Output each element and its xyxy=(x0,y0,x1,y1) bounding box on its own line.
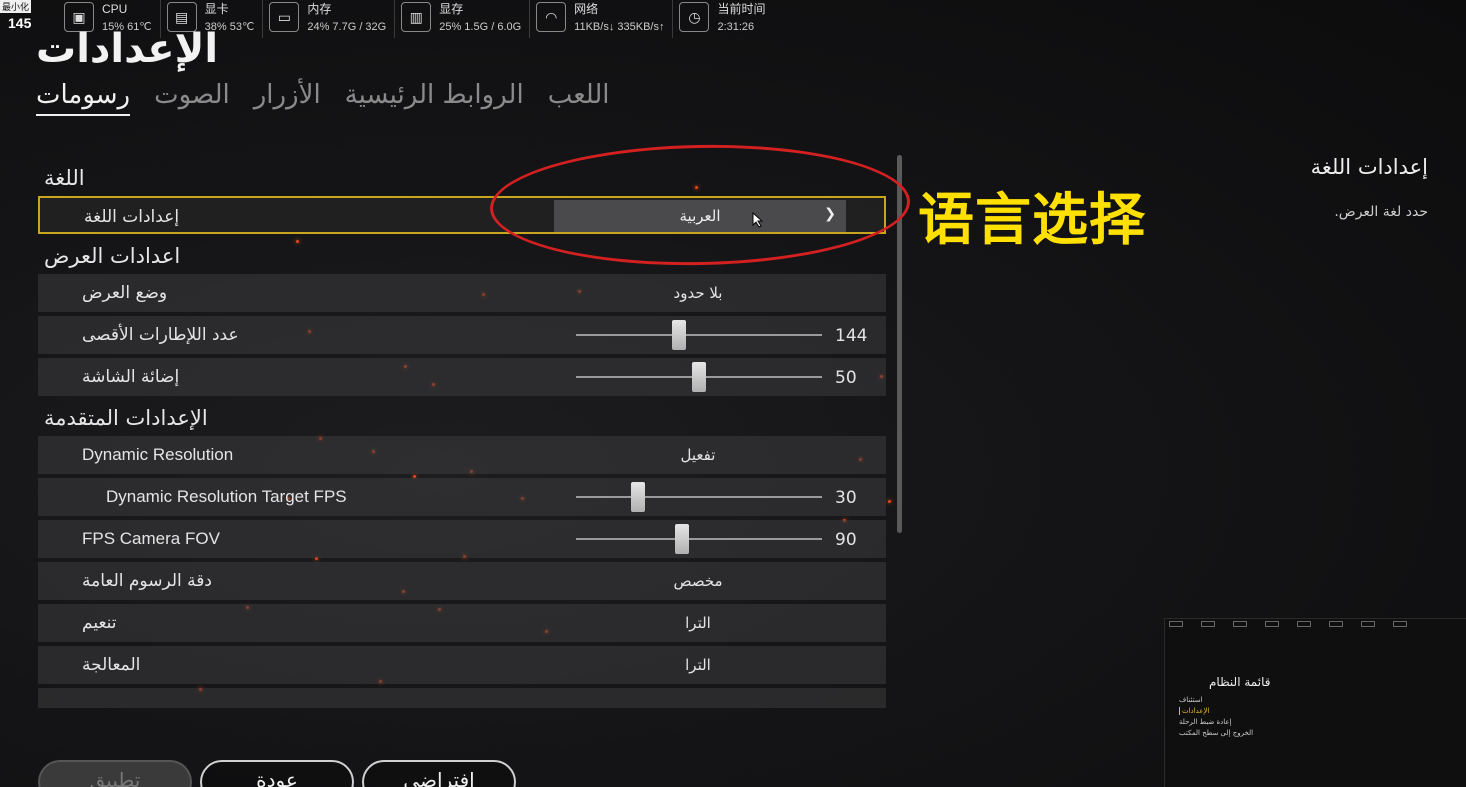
row-label: المعالجة xyxy=(82,655,141,675)
slider-track[interactable] xyxy=(576,538,822,540)
slider-value: 50 xyxy=(835,368,857,388)
row-label: دقة الرسوم العامة xyxy=(82,571,212,591)
slider-value: 90 xyxy=(835,530,857,550)
thumbnail-title: قائمة النظام xyxy=(1209,675,1271,689)
slider-thumb[interactable] xyxy=(672,320,687,350)
slider-thumb[interactable] xyxy=(630,482,645,512)
row-label: إعدادات اللغة xyxy=(84,207,180,227)
monitor-label: 网络 xyxy=(574,2,599,16)
monitor-label: 内存 xyxy=(307,2,332,16)
row-label: تنعيم xyxy=(82,613,117,633)
monitor-label: 显卡 xyxy=(204,2,229,16)
row-label: إضائة الشاشة xyxy=(82,367,180,387)
page-title: الإعدادات xyxy=(36,26,219,72)
monitor-values: 11KB/s↓ 335KB/s↑ xyxy=(574,21,665,33)
row-value[interactable]: الترا xyxy=(598,656,798,674)
monitor-network: ◠ 网络 11KB/s↓ 335KB/s↑ xyxy=(530,0,674,38)
help-title: إعدادات اللغة xyxy=(1310,155,1428,179)
annotation-label: 语言选择 xyxy=(918,188,1146,253)
dynamic-resolution-row[interactable]: Dynamic Resolution تفعيل xyxy=(38,436,886,474)
fps-value: 145 xyxy=(8,15,32,31)
row-label: وضع العرض xyxy=(82,283,168,303)
settings-tabs: اللعب الروابط الرئيسية الأزرار الصوت رسو… xyxy=(36,80,616,116)
slider-track[interactable] xyxy=(576,334,822,336)
thumbnail-item: الإعدادات xyxy=(1179,707,1209,715)
monitor-values: 2:31:26 xyxy=(717,21,755,33)
thumbnail-item: استئناف xyxy=(1179,696,1203,704)
row-value[interactable]: الترا xyxy=(598,614,798,632)
clock-icon: ◷ xyxy=(679,2,710,32)
monitor-label: 显存 xyxy=(439,2,464,16)
graphics-quality-row[interactable]: دقة الرسوم العامة مخصص xyxy=(38,562,886,600)
default-button[interactable]: افتراضي xyxy=(362,760,516,787)
tab-buttons[interactable]: الأزرار xyxy=(254,80,321,116)
row-label: Dynamic Resolution xyxy=(82,445,234,464)
section-title-advanced: الإعدادات المتقدمة xyxy=(44,406,208,430)
slider-thumb[interactable] xyxy=(674,524,689,554)
row-label: Dynamic Resolution Target FPS xyxy=(106,487,347,506)
help-description: حدد لغة العرض. xyxy=(1334,204,1428,220)
row-value[interactable]: بلا حدود xyxy=(598,284,798,302)
minimize-tag[interactable]: 最小化 xyxy=(0,0,32,13)
row-label: FPS Camera FOV xyxy=(82,529,220,548)
vram-icon: ▥ xyxy=(401,2,432,32)
monitor-label: CPU xyxy=(102,2,128,16)
post-processing-row[interactable]: المعالجة الترا xyxy=(38,646,886,684)
anti-aliasing-row[interactable]: تنعيم الترا xyxy=(38,604,886,642)
tab-graphics[interactable]: رسومات xyxy=(36,80,131,116)
monitor-clock: ◷ 当前时间 2:31:26 xyxy=(673,0,773,38)
memory-icon: ▭ xyxy=(269,2,300,32)
slider-value: 30 xyxy=(835,488,857,508)
monitor-values: 25% 1.5G / 6.0G xyxy=(439,21,522,33)
thumbnail-item: الخروج إلى سطح المكتب xyxy=(1179,729,1254,737)
brightness-row[interactable]: إضائة الشاشة 50 xyxy=(38,358,886,396)
thumbnail-item: إعادة ضبط الرحلة xyxy=(1179,718,1232,726)
row-value[interactable]: تفعيل xyxy=(598,446,798,464)
max-fps-row[interactable]: عدد اللإطارات الأقصى 144 xyxy=(38,316,886,354)
display-mode-row[interactable]: وضع العرض بلا حدود xyxy=(38,274,886,312)
tab-keybinds[interactable]: الروابط الرئيسية xyxy=(345,80,524,116)
monitor-vram: ▥ 显存 25% 1.5G / 6.0G xyxy=(395,0,531,38)
row-label: عدد اللإطارات الأقصى xyxy=(82,325,239,345)
monitor-label: 当前时间 xyxy=(717,2,766,16)
dynamic-resolution-fps-row[interactable]: Dynamic Resolution Target FPS 30 xyxy=(38,478,886,516)
thumbnail-monitor-bar xyxy=(1165,619,1466,629)
apply-button[interactable]: تطبيق xyxy=(38,760,192,787)
monitor-values: 24% 7.7G / 32G xyxy=(307,21,387,33)
back-button[interactable]: عودة xyxy=(200,760,354,787)
tab-gameplay[interactable]: اللعب xyxy=(548,80,610,116)
tab-audio[interactable]: الصوت xyxy=(154,80,230,116)
row-value[interactable]: مخصص xyxy=(598,572,798,590)
system-menu-thumbnail: قائمة النظام استئناف الإعدادات إعادة ضبط… xyxy=(1164,618,1466,787)
camera-fov-row[interactable]: FPS Camera FOV 90 xyxy=(38,520,886,558)
monitor-memory: ▭ 内存 24% 7.7G / 32G xyxy=(263,0,396,38)
network-icon: ◠ xyxy=(536,2,567,32)
partial-row[interactable] xyxy=(38,688,886,708)
slider-thumb[interactable] xyxy=(692,362,706,392)
slider-track[interactable] xyxy=(576,496,822,498)
slider-value: 144 xyxy=(835,326,868,346)
